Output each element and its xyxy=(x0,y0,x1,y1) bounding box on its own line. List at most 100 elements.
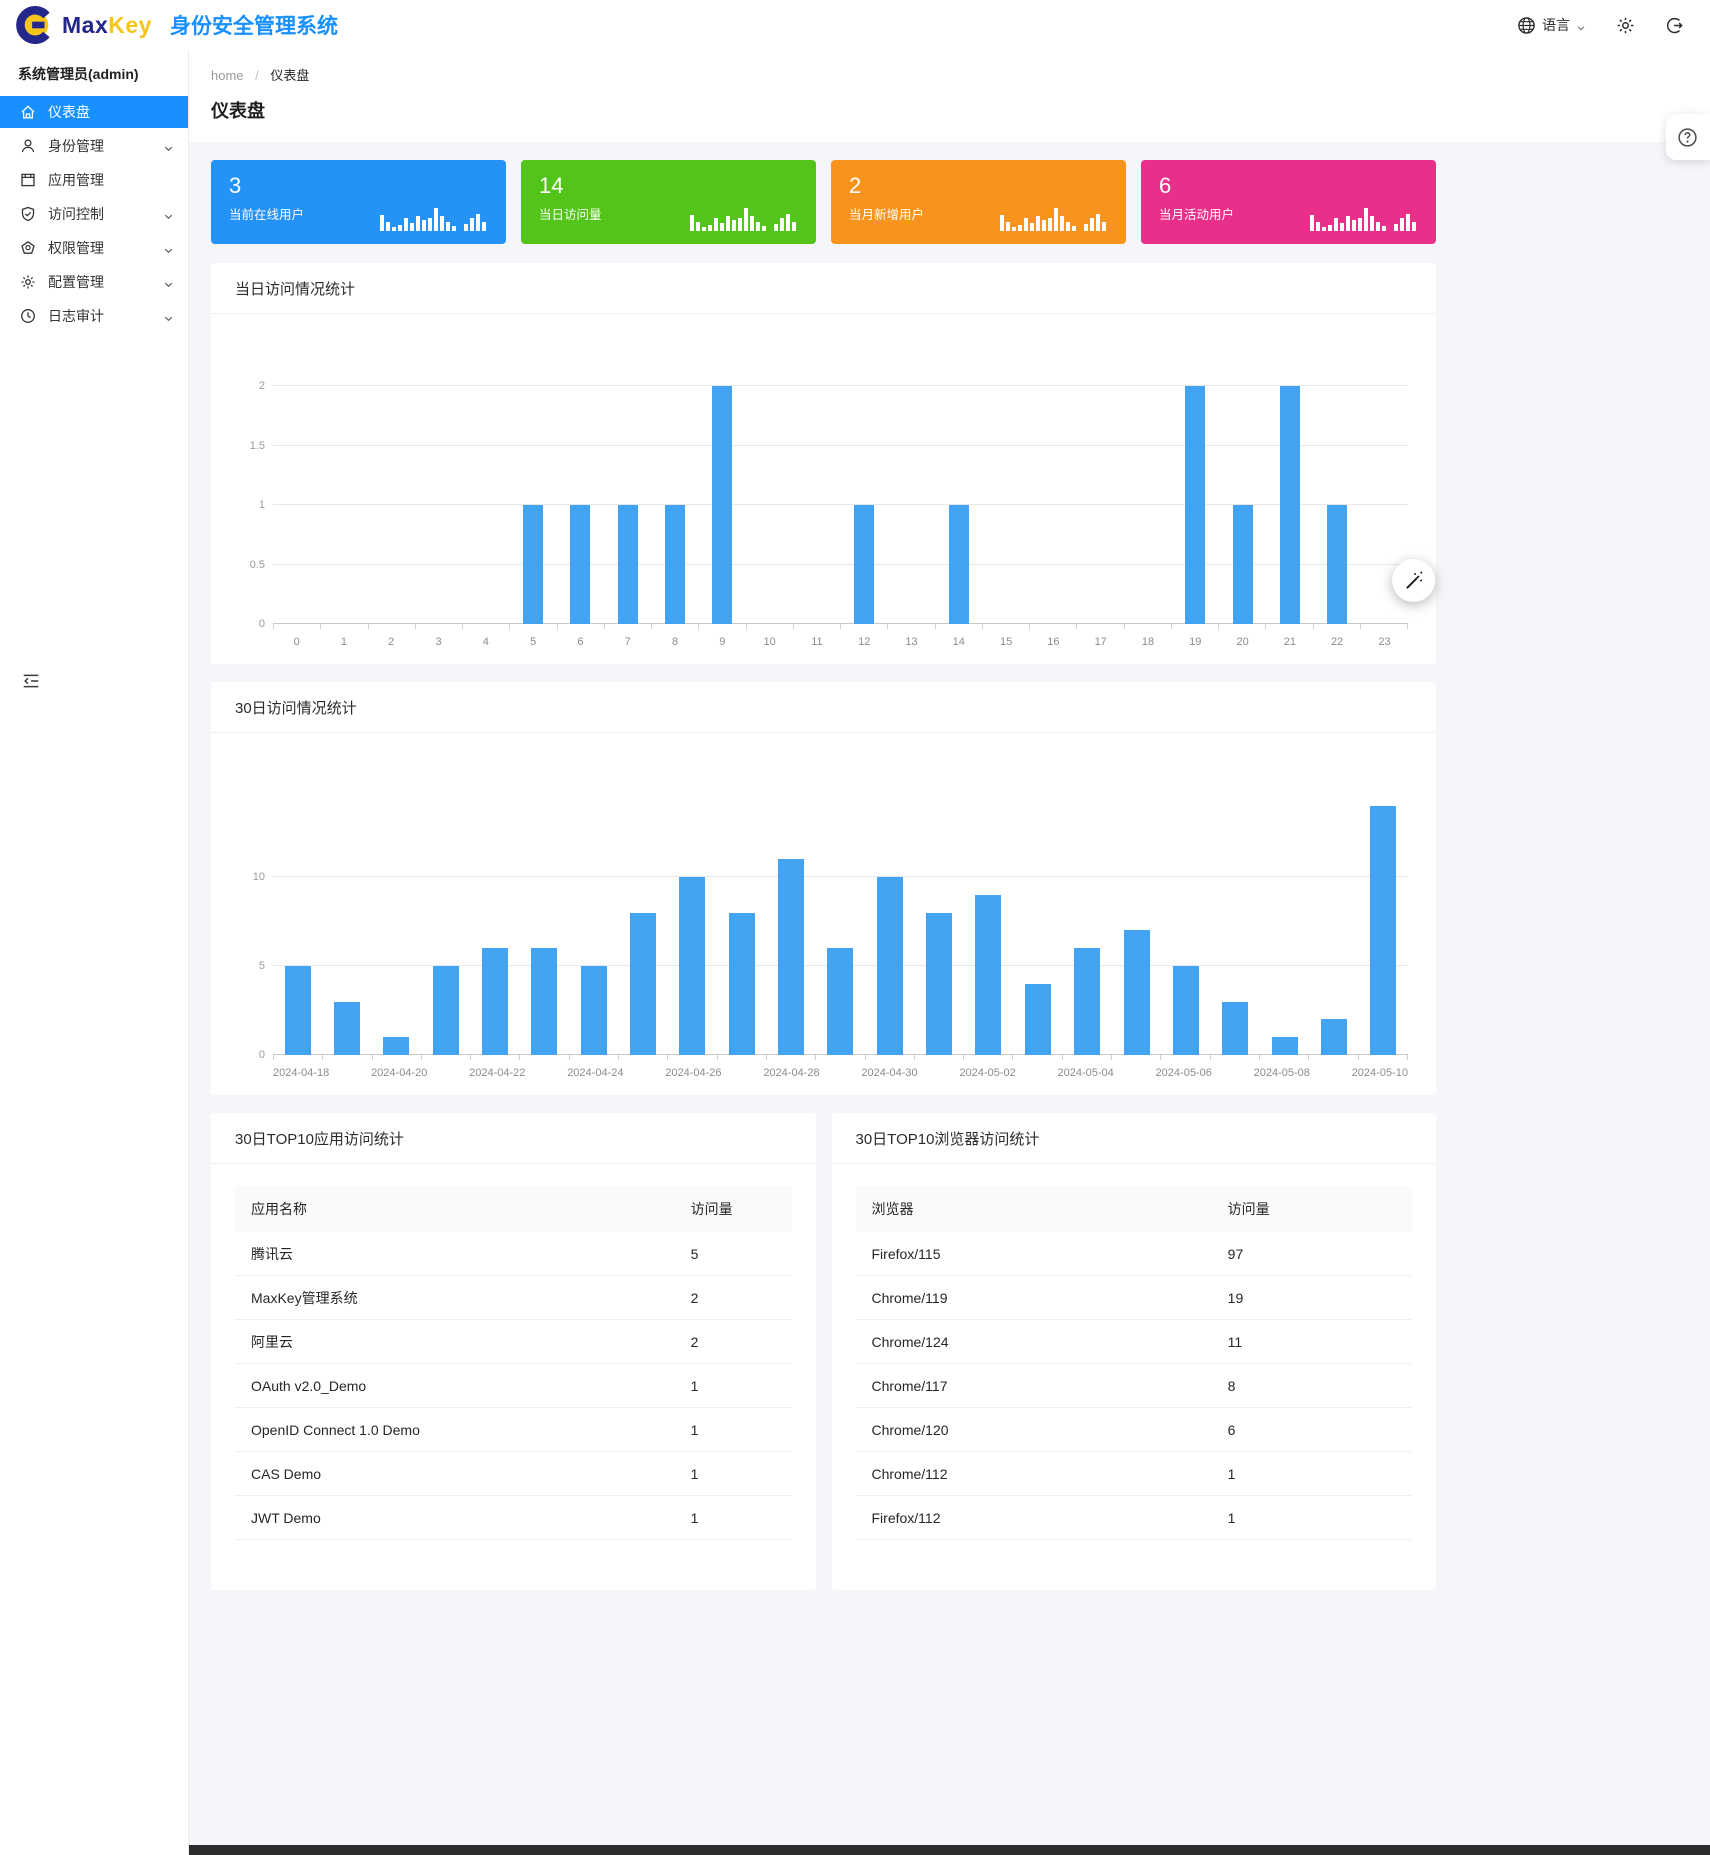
bar xyxy=(1222,1002,1248,1055)
x-axis-tick-label: 12 xyxy=(841,636,888,648)
stat-card[interactable]: 2当月新增用户 xyxy=(831,160,1126,244)
daily-visits-bar-chart: 00.511.520123456789101112131415161718192… xyxy=(211,314,1436,664)
column-header: 浏览器 xyxy=(856,1186,1212,1232)
chart-plot-area: 0510 xyxy=(273,767,1408,1055)
bar xyxy=(618,505,638,624)
x-axis-tick-label: 0 xyxy=(273,636,320,648)
x-axis-tick-label: 2024-04-20 xyxy=(371,1067,427,1079)
x-axis-tick-label: 2024-04-18 xyxy=(273,1067,329,1079)
sidebar-item-4[interactable]: 权限管理 xyxy=(0,232,188,264)
table-cell: Chrome/117 xyxy=(856,1364,1212,1408)
menu-fold-icon[interactable] xyxy=(22,672,40,690)
x-axis-tick-label xyxy=(1114,1067,1156,1079)
x-axis-tick-label: 2024-05-06 xyxy=(1156,1067,1212,1079)
floating-tool-button[interactable] xyxy=(1392,559,1435,602)
x-axis-tick-label xyxy=(525,1067,567,1079)
sidebar-item-2[interactable]: 应用管理 xyxy=(0,164,188,196)
table-row: Chrome/1206 xyxy=(856,1408,1413,1452)
stat-card[interactable]: 14当日访问量 xyxy=(521,160,816,244)
table-row: Firefox/11597 xyxy=(856,1232,1413,1276)
bar xyxy=(523,505,543,624)
table-row: 腾讯云5 xyxy=(235,1232,792,1276)
x-axis-tick-label: 11 xyxy=(793,636,840,648)
table-row: CAS Demo1 xyxy=(235,1452,792,1496)
breadcrumb-home-link[interactable]: home xyxy=(211,68,244,83)
x-axis-tick-label xyxy=(427,1067,469,1079)
x-axis-tick-label: 21 xyxy=(1266,636,1313,648)
settings-gear-icon[interactable] xyxy=(1616,16,1635,35)
sidebar-user-label: 系统管理员(admin) xyxy=(0,50,188,96)
sidebar-item-5[interactable]: 配置管理 xyxy=(0,266,188,298)
gem-icon xyxy=(20,240,36,256)
chevron-down-icon xyxy=(163,277,174,288)
sparkline-icon xyxy=(1310,201,1416,231)
table-cell: 8 xyxy=(1212,1364,1412,1408)
bar-slot xyxy=(273,966,322,1055)
bar-slot xyxy=(520,948,569,1055)
sidebar-item-1[interactable]: 身份管理 xyxy=(0,130,188,162)
x-axis-tick-label: 2024-04-22 xyxy=(469,1067,525,1079)
table-cell: 97 xyxy=(1212,1232,1412,1276)
brand: MaxKey 身份安全管理系统 xyxy=(16,6,338,44)
help-button[interactable] xyxy=(1666,114,1710,160)
x-axis-tick-label: 20 xyxy=(1219,636,1266,648)
language-menu[interactable]: 语言 xyxy=(1517,15,1586,35)
sidebar: 系统管理员(admin) 仪表盘身份管理应用管理访问控制权限管理配置管理日志审计 xyxy=(0,50,189,1855)
column-header: 访问量 xyxy=(675,1186,792,1232)
stat-value: 14 xyxy=(539,173,798,198)
table-cell: 1 xyxy=(675,1408,792,1452)
gear-icon xyxy=(20,274,36,290)
app-header: MaxKey 身份安全管理系统 语言 xyxy=(0,0,1710,50)
language-label: 语言 xyxy=(1542,15,1570,35)
x-axis-tick-label: 23 xyxy=(1361,636,1408,648)
bar-slot xyxy=(1314,505,1361,624)
bar xyxy=(1272,1037,1298,1055)
table-header-row: 浏览器访问量 xyxy=(856,1186,1413,1232)
bar xyxy=(827,948,853,1055)
y-axis-tick-label: 1.5 xyxy=(227,440,265,452)
bar xyxy=(334,1002,360,1055)
sidebar-item-6[interactable]: 日志审计 xyxy=(0,300,188,332)
bar-slot xyxy=(1172,386,1219,624)
sidebar-item-3[interactable]: 访问控制 xyxy=(0,198,188,230)
stat-card[interactable]: 3当前在线用户 xyxy=(211,160,506,244)
bar xyxy=(1124,930,1150,1055)
bar xyxy=(877,877,903,1055)
bar-slot xyxy=(1359,806,1408,1055)
bar-slot xyxy=(1013,984,1062,1055)
bar xyxy=(1321,1019,1347,1055)
table-row: Chrome/1121 xyxy=(856,1452,1413,1496)
x-axis-tick-label: 2024-04-30 xyxy=(861,1067,917,1079)
breadcrumb-current: 仪表盘 xyxy=(270,68,309,83)
bar xyxy=(433,966,459,1055)
bar xyxy=(1185,386,1205,624)
sidebar-item-dashboard[interactable]: 仪表盘 xyxy=(0,96,188,128)
bar xyxy=(729,913,755,1055)
x-axis-tick-label xyxy=(722,1067,764,1079)
table-cell: 19 xyxy=(1212,1276,1412,1320)
x-axis-tick-label: 15 xyxy=(982,636,1029,648)
table-cell: Firefox/112 xyxy=(856,1496,1212,1540)
logout-icon[interactable] xyxy=(1665,16,1684,35)
y-axis-tick-label: 0.5 xyxy=(227,559,265,571)
chevron-down-icon xyxy=(1576,20,1586,30)
chevron-down-icon xyxy=(163,243,174,254)
stat-card[interactable]: 6当月活动用户 xyxy=(1141,160,1436,244)
x-axis-ticks xyxy=(273,1055,1408,1060)
bar-slot xyxy=(717,913,766,1055)
bar-slot xyxy=(699,386,746,624)
bars-layer xyxy=(273,767,1408,1055)
table-row: OpenID Connect 1.0 Demo1 xyxy=(235,1408,792,1452)
shield-icon xyxy=(20,206,36,222)
column-header: 访问量 xyxy=(1212,1186,1412,1232)
app-icon xyxy=(20,172,36,188)
sidebar-item-label: 访问控制 xyxy=(48,204,104,224)
table-cell: 阿里云 xyxy=(235,1320,675,1364)
table-cell: MaxKey管理系统 xyxy=(235,1276,675,1320)
x-axis-tick-label: 2 xyxy=(368,636,415,648)
bar xyxy=(570,505,590,624)
table-cell: Chrome/112 xyxy=(856,1452,1212,1496)
bar-slot xyxy=(1063,948,1112,1055)
table-row: Chrome/12411 xyxy=(856,1320,1413,1364)
bar-slot xyxy=(1112,930,1161,1055)
